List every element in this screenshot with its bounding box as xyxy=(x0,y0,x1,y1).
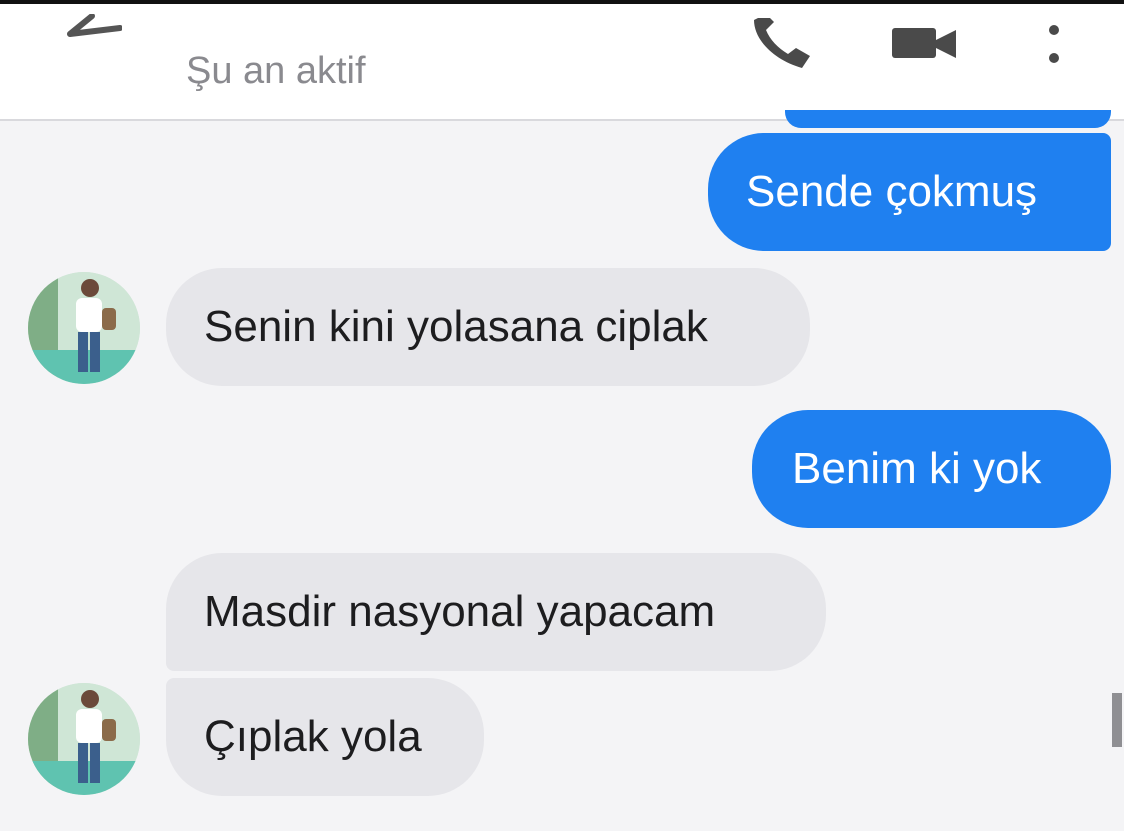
more-vert-icon[interactable] xyxy=(1036,16,1072,76)
chat-header: Şu an aktif xyxy=(0,4,1124,121)
video-camera-icon[interactable] xyxy=(890,24,960,58)
message-bubble-received: Masdir nasyonal yapacam xyxy=(166,553,826,671)
phone-icon[interactable] xyxy=(744,18,814,68)
contact-avatar[interactable] xyxy=(28,683,140,795)
active-status: Şu an aktif xyxy=(186,50,366,92)
previous-message-bubble xyxy=(785,110,1111,128)
back-arrow-icon[interactable] xyxy=(62,14,122,64)
message-bubble-sent: Sende çokmuş xyxy=(708,133,1111,251)
contact-avatar[interactable] xyxy=(28,272,140,384)
message-bubble-sent: Benim ki yok xyxy=(752,410,1111,528)
message-bubble-received: Senin kini yolasana ciplak xyxy=(166,268,810,386)
scrollbar-thumb[interactable] xyxy=(1112,693,1122,747)
message-bubble-received: Çıplak yola xyxy=(166,678,484,796)
